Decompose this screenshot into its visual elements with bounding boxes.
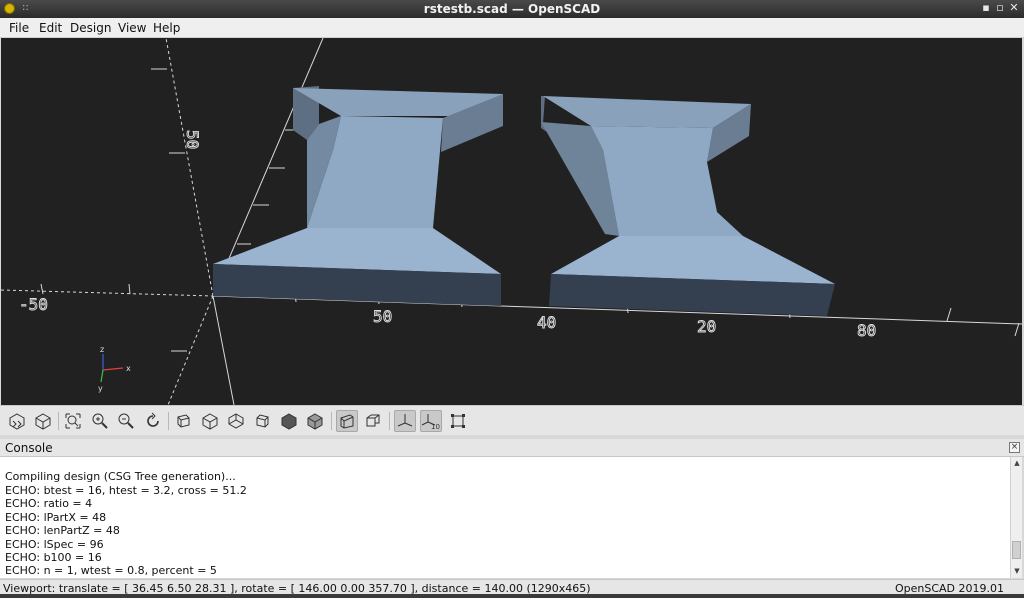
view-right-button[interactable]	[172, 410, 194, 432]
render-icon	[35, 413, 51, 430]
console-line: ECHO: lSpec = 96	[5, 538, 104, 551]
console-line: ECHO: ratio = 4	[5, 497, 93, 510]
axis-gizmo: x z y	[98, 345, 131, 393]
viewport-canvas[interactable]: -50 50 40 20 80 50 x z y	[1, 38, 1022, 405]
preview-icon	[9, 413, 25, 430]
menu-bar: File Edit Design View Help	[0, 18, 1024, 38]
view-top-icon	[202, 413, 218, 430]
orthogonal-icon	[366, 414, 380, 427]
show-scale-markers-button[interactable]: 10	[420, 410, 442, 432]
console-title: Console	[5, 441, 53, 455]
orthogonal-button[interactable]	[362, 410, 384, 432]
gizmo-label-x: x	[126, 364, 131, 373]
left-i-beam-model[interactable]	[213, 86, 503, 306]
scale-marker-text: 10	[431, 423, 440, 430]
axis-label-x-20: 20	[697, 317, 716, 336]
zoom-in-icon	[92, 413, 108, 429]
view-left-icon	[256, 414, 269, 428]
axis-label-x-neg50: -50	[19, 295, 48, 314]
minimize-button[interactable]: ▪	[980, 1, 992, 15]
axis-label-x-40: 40	[537, 313, 556, 332]
zoom-out-button[interactable]	[115, 410, 137, 432]
gizmo-label-z: z	[100, 345, 104, 354]
window-title: rstestb.scad — OpenSCAD	[423, 2, 601, 16]
axis-label-x-50: 50	[373, 307, 392, 326]
view-top-button[interactable]	[199, 410, 221, 432]
taskbar-strip	[0, 594, 1024, 598]
zoom-in-button[interactable]	[89, 410, 111, 432]
view-back-button[interactable]	[304, 410, 326, 432]
menu-edit[interactable]: Edit	[39, 21, 62, 35]
view-front-button[interactable]	[278, 410, 300, 432]
console-line: ECHO: b100 = 16	[5, 551, 102, 564]
3d-viewport[interactable]: -50 50 40 20 80 50 x z y	[1, 38, 1022, 405]
axis-label-x-80: 80	[857, 321, 876, 340]
close-window-button[interactable]: ✕	[1008, 1, 1020, 15]
console-line: ECHO: lPartX = 48	[5, 511, 107, 524]
view-back-icon	[307, 413, 323, 430]
scroll-down-arrow-icon[interactable]: ▼	[1012, 566, 1022, 576]
console-line: ECHO: n = 1, wtest = 0.8, percent = 5	[5, 564, 217, 577]
view-bottom-icon	[228, 413, 244, 429]
console-line: ECHO: btest = 16, htest = 3.2, cross = 5…	[5, 484, 247, 497]
preview-button[interactable]	[6, 410, 28, 432]
reset-view-icon	[147, 412, 159, 427]
console-scrollbar[interactable]: ▲ ▼	[1010, 457, 1022, 578]
show-edges-button[interactable]	[447, 410, 469, 432]
maximize-button[interactable]: ▫	[994, 1, 1006, 15]
menu-design[interactable]: Design	[70, 21, 111, 35]
close-console-button[interactable]: ×	[1009, 442, 1020, 453]
right-i-beam-model[interactable]	[541, 96, 835, 316]
view-bottom-button[interactable]	[225, 410, 247, 432]
view-front-icon	[281, 413, 297, 430]
console-output[interactable]: Compiling design (CSG Tree generation)..…	[0, 457, 1010, 578]
show-axes-button[interactable]	[394, 410, 416, 432]
menu-view[interactable]: View	[118, 21, 146, 35]
title-bar: :: rstestb.scad — OpenSCAD ▪ ▫ ✕	[0, 0, 1024, 18]
menu-file[interactable]: File	[9, 21, 29, 35]
show-edges-icon	[451, 414, 465, 428]
perspective-button[interactable]	[336, 410, 358, 432]
show-axes-icon	[397, 414, 413, 427]
console-line: Compiling design (CSG Tree generation)..…	[5, 470, 236, 483]
view-all-button[interactable]	[62, 410, 84, 432]
console-header: Console ×	[0, 439, 1024, 457]
reset-view-button[interactable]	[142, 410, 164, 432]
scrollbar-thumb[interactable]	[1012, 541, 1021, 559]
console-line: ECHO: lenPartZ = 48	[5, 524, 120, 537]
perspective-icon	[340, 414, 354, 429]
render-button[interactable]	[32, 410, 54, 432]
axes	[1, 38, 1022, 405]
zoom-out-icon	[118, 413, 134, 429]
view-right-icon	[177, 414, 190, 428]
view-toolbar: 10	[0, 405, 1024, 435]
scroll-up-arrow-icon[interactable]: ▲	[1012, 458, 1022, 468]
menu-help[interactable]: Help	[153, 21, 180, 35]
view-left-button[interactable]	[252, 410, 274, 432]
view-all-icon	[65, 413, 81, 429]
axis-label-z-50: 50	[183, 130, 202, 149]
scale-markers-icon: 10	[421, 414, 440, 430]
gizmo-label-y: y	[98, 384, 103, 393]
